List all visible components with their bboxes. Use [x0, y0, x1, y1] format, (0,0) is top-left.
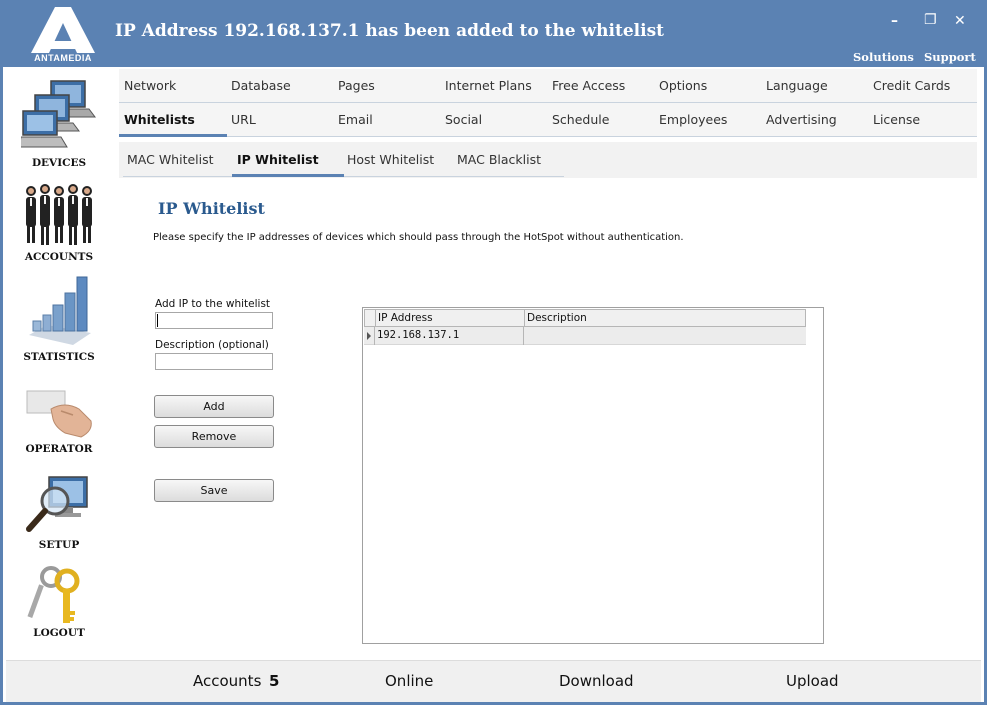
status-online: Online: [385, 672, 434, 690]
sidebar-item-label: SETUP: [38, 539, 80, 551]
nav-item-options[interactable]: Options: [659, 78, 707, 93]
logo-a-icon: [31, 7, 95, 53]
sidebar-item-setup[interactable]: SETUP: [3, 467, 115, 559]
status-bar: Accounts 5 Online Download Upload: [6, 660, 981, 702]
nav-item-whitelists[interactable]: Whitelists: [124, 112, 195, 127]
app-window: ANTAMEDIA IP Address 192.168.137.1 has b…: [0, 0, 987, 705]
nav-item-employees[interactable]: Employees: [659, 112, 727, 127]
column-divider: [374, 327, 375, 345]
nav-item-database[interactable]: Database: [231, 78, 291, 93]
status-accounts-count: 5: [269, 672, 280, 690]
title-bar: ANTAMEDIA IP Address 192.168.137.1 has b…: [3, 3, 984, 67]
subnav-tabs: MAC Whitelist IP Whitelist Host Whitelis…: [119, 142, 977, 178]
ip-field-label: Add IP to the whitelist: [155, 298, 271, 310]
row-selector-icon: [367, 332, 371, 340]
page-title: IP Whitelist: [158, 199, 265, 218]
keys-icon: [27, 566, 80, 623]
description-field-label: Description (optional): [155, 339, 269, 351]
sidebar-item-statistics[interactable]: STATISTICS: [3, 271, 115, 367]
tab-mac-blacklist[interactable]: MAC Blacklist: [457, 152, 541, 167]
remove-button[interactable]: Remove: [154, 425, 274, 448]
restore-button[interactable]: ❐: [924, 12, 937, 28]
nav-item-network[interactable]: Network: [124, 78, 176, 93]
sidebar-item-logout[interactable]: LOGOUT: [3, 563, 115, 649]
antamedia-logo: ANTAMEDIA: [25, 7, 101, 65]
description-input[interactable]: [155, 353, 273, 370]
nav-item-internet-plans[interactable]: Internet Plans: [445, 78, 532, 93]
sidebar-item-label: OPERATOR: [25, 443, 93, 455]
card-hand-icon: [26, 390, 92, 438]
page-description: Please specify the IP addresses of devic…: [153, 232, 684, 243]
cell-ip-address[interactable]: 192.168.137.1: [377, 329, 459, 341]
save-button[interactable]: Save: [154, 479, 274, 502]
nav-item-url[interactable]: URL: [231, 112, 256, 127]
nav-row-secondary: Whitelists URL Email Social Schedule Emp…: [119, 103, 977, 137]
nav-item-language[interactable]: Language: [766, 78, 828, 93]
add-button[interactable]: Add: [154, 395, 274, 418]
sidebar-item-label: ACCOUNTS: [24, 251, 94, 263]
support-link[interactable]: Support: [924, 50, 976, 64]
sidebar-item-label: DEVICES: [31, 157, 87, 169]
nav-item-free-access[interactable]: Free Access: [552, 78, 625, 93]
table-row[interactable]: 192.168.137.1: [364, 327, 806, 345]
tab-ip-whitelist[interactable]: IP Whitelist: [237, 152, 319, 167]
active-subtab-indicator: [232, 174, 344, 177]
sidebar-item-label: LOGOUT: [33, 627, 85, 639]
nav-item-pages[interactable]: Pages: [338, 78, 375, 93]
minimize-button[interactable]: –: [891, 13, 898, 29]
close-button[interactable]: ✕: [954, 13, 966, 29]
magnifier-monitor-icon: [26, 476, 88, 532]
status-upload: Upload: [786, 672, 839, 690]
nav-item-credit-cards[interactable]: Credit Cards: [873, 78, 950, 93]
computers-icon: [21, 80, 96, 148]
nav-item-email[interactable]: Email: [338, 112, 373, 127]
nav-item-schedule[interactable]: Schedule: [552, 112, 609, 127]
nav-item-advertising[interactable]: Advertising: [766, 112, 837, 127]
ip-address-input[interactable]: [155, 312, 273, 329]
people-icon: [26, 184, 92, 245]
brand-name: ANTAMEDIA: [34, 53, 92, 63]
status-download: Download: [559, 672, 634, 690]
column-header-ip-address[interactable]: IP Address: [378, 312, 433, 324]
sidebar-item-operator[interactable]: OPERATOR: [3, 377, 115, 463]
nav-row-primary: Network Database Pages Internet Plans Fr…: [119, 69, 977, 103]
column-divider: [523, 327, 524, 345]
nav-item-license[interactable]: License: [873, 112, 920, 127]
column-divider: [524, 310, 525, 328]
window-title: IP Address 192.168.137.1 has been added …: [115, 21, 664, 41]
tab-mac-whitelist[interactable]: MAC Whitelist: [127, 152, 214, 167]
solutions-link[interactable]: Solutions: [853, 50, 914, 64]
sidebar: DEVICES ACCOUNTS STATISTICS OPERATOR SET…: [3, 67, 115, 659]
sidebar-item-accounts[interactable]: ACCOUNTS: [3, 177, 115, 267]
text-caret: [157, 314, 158, 327]
bar-chart-icon: [29, 276, 91, 345]
table-header: IP Address Description: [364, 309, 806, 328]
nav-item-social[interactable]: Social: [445, 112, 482, 127]
ip-whitelist-table[interactable]: IP Address Description 192.168.137.1: [362, 307, 824, 644]
sidebar-item-devices[interactable]: DEVICES: [3, 67, 115, 169]
active-tab-indicator: [119, 134, 227, 137]
column-header-description[interactable]: Description: [527, 312, 587, 324]
sidebar-item-label: STATISTICS: [23, 351, 95, 363]
tab-host-whitelist[interactable]: Host Whitelist: [347, 152, 434, 167]
column-divider: [375, 310, 376, 328]
status-accounts-label: Accounts: [193, 672, 262, 690]
